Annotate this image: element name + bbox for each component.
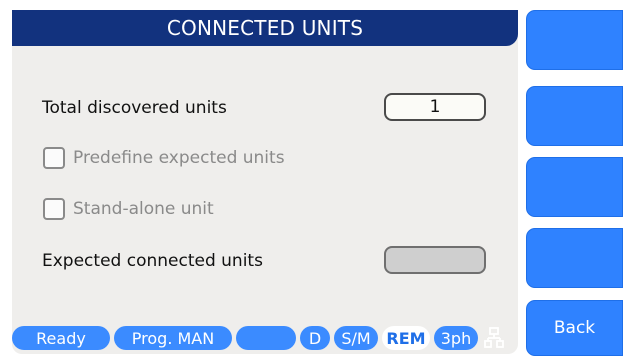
- predefine-expected-units-label: Predefine expected units: [73, 148, 285, 168]
- expected-connected-units-label: Expected connected units: [42, 251, 263, 271]
- total-discovered-units-field[interactable]: 1: [384, 93, 486, 121]
- main-panel: [12, 10, 518, 354]
- status-blank: [236, 326, 296, 350]
- softkey-4[interactable]: [526, 228, 623, 288]
- stand-alone-unit-label: Stand-alone unit: [73, 199, 214, 219]
- page-title: CONNECTED UNITS: [12, 10, 518, 46]
- status-sm: S/M: [334, 326, 378, 350]
- network-tree-icon: [484, 327, 504, 348]
- back-button[interactable]: Back: [526, 300, 623, 356]
- connected-units-screen: CONNECTED UNITS Total discovered units 1…: [0, 0, 623, 358]
- stand-alone-unit-checkbox[interactable]: [43, 198, 65, 220]
- total-discovered-units-label: Total discovered units: [42, 98, 227, 118]
- status-rem: REM: [382, 326, 430, 350]
- status-ready: Ready: [12, 326, 110, 350]
- status-program-mode: Prog. MAN: [114, 326, 232, 350]
- softkey-1[interactable]: [526, 10, 623, 70]
- status-bar: Ready Prog. MAN D S/M REM 3ph: [12, 322, 518, 354]
- softkey-2[interactable]: [526, 86, 623, 146]
- softkey-3[interactable]: [526, 157, 623, 217]
- status-d: D: [300, 326, 330, 350]
- predefine-expected-units-checkbox[interactable]: [43, 147, 65, 169]
- expected-connected-units-field: [384, 246, 486, 274]
- status-phase: 3ph: [434, 326, 478, 350]
